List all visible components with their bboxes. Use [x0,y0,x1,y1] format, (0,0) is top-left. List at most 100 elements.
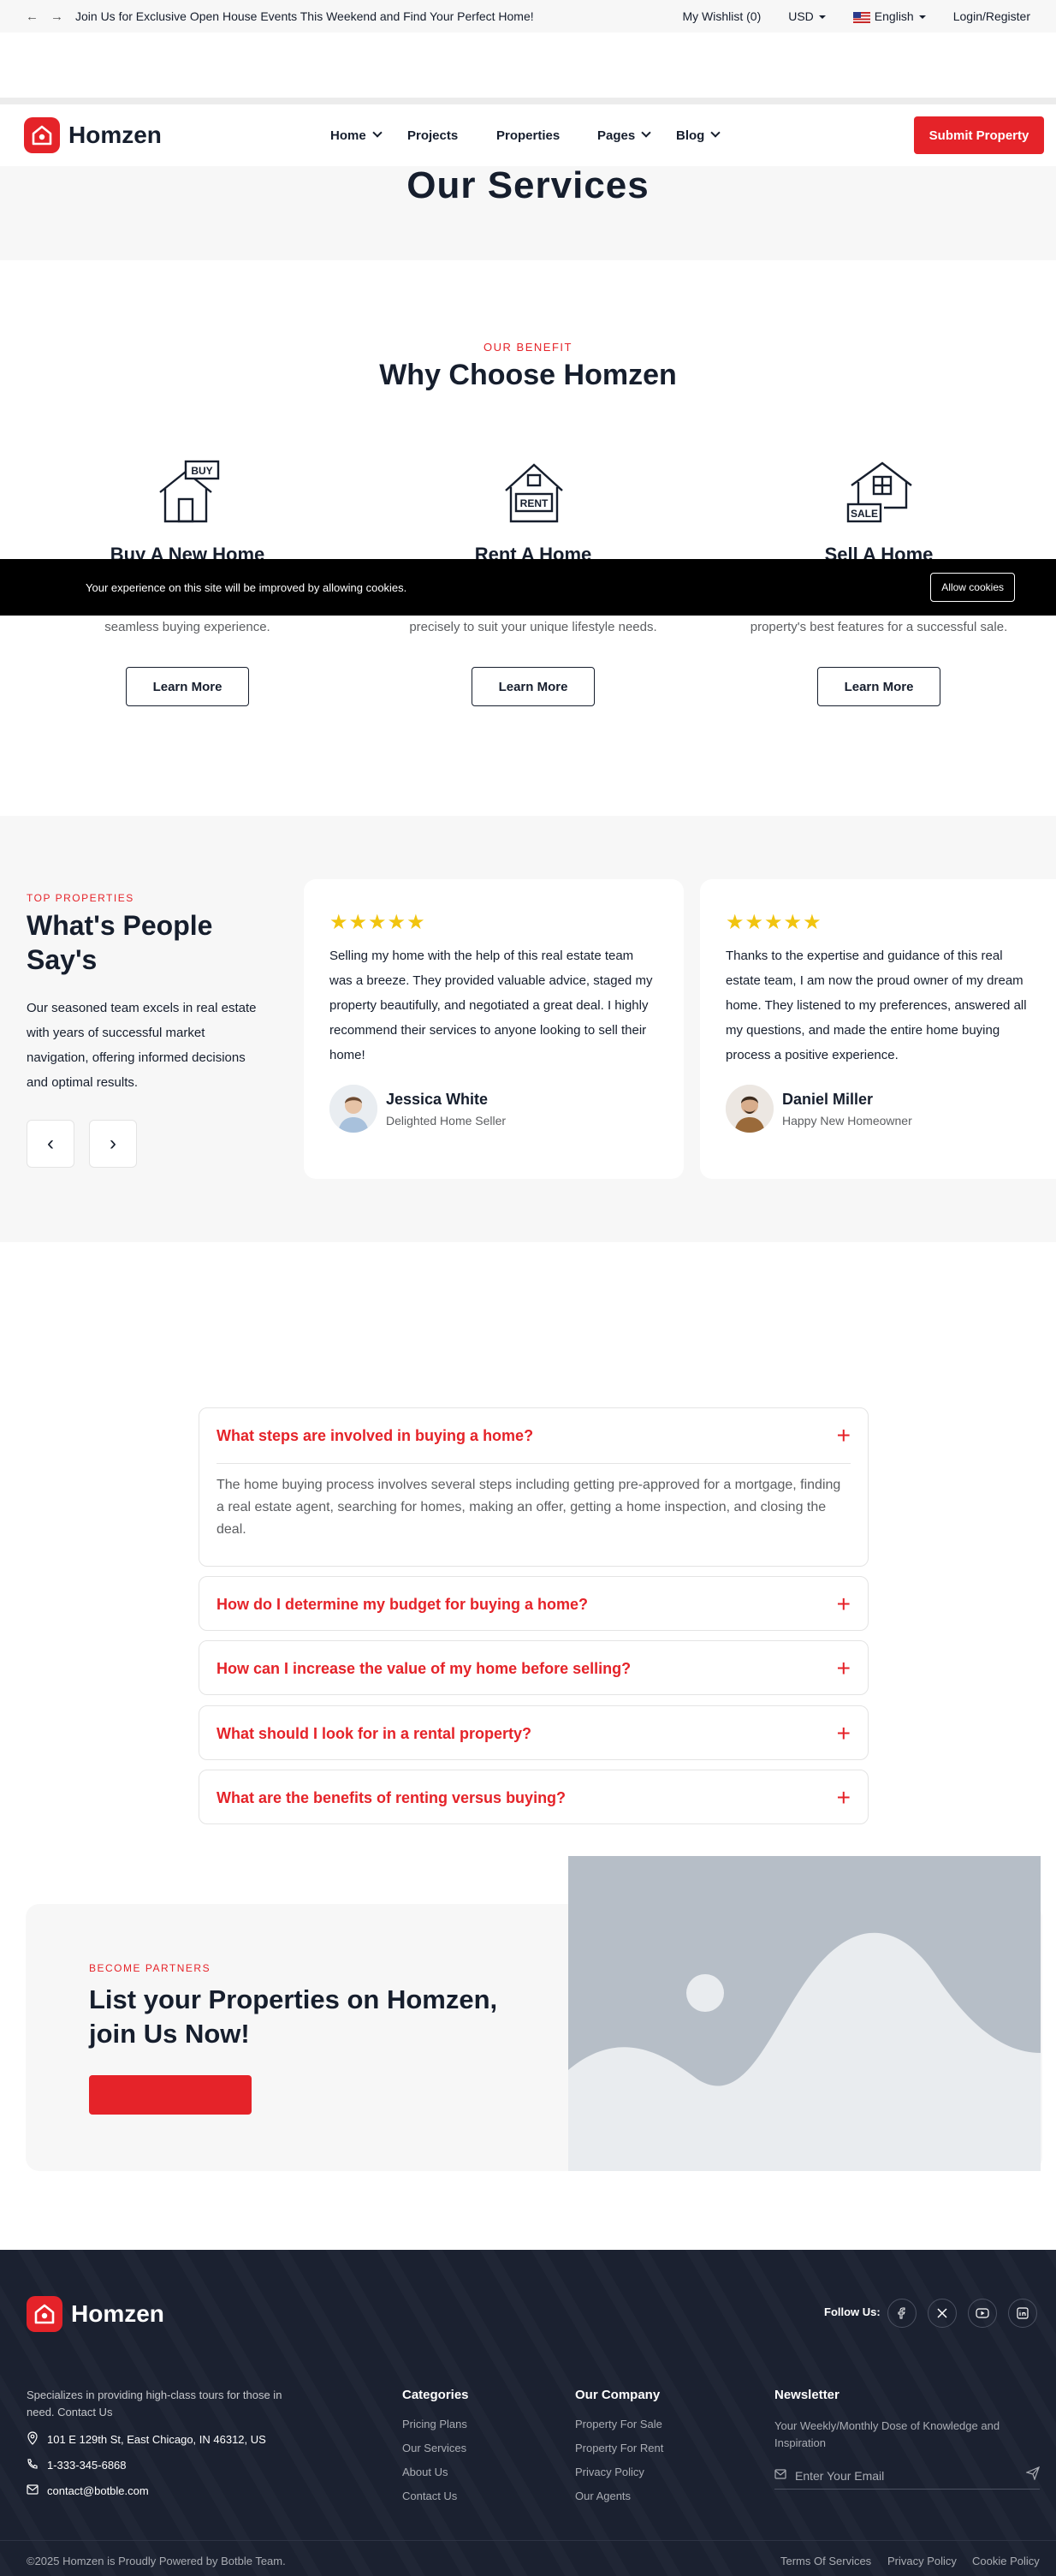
faq-question[interactable]: What are the benefits of renting versus … [217,1770,851,1825]
nav-home[interactable]: Home [330,128,381,143]
facebook-icon[interactable] [887,2299,917,2328]
faq-item[interactable]: What should I look for in a rental prope… [199,1705,869,1760]
logo-house-icon [27,2296,62,2332]
nav-pages[interactable]: Pages [597,128,650,143]
newsletter-title: Newsletter [774,2388,839,2402]
testimonial-quote: Thanks to the expertise and guidance of … [726,949,1027,1062]
rating-stars-icon: ★★★★★ [726,911,822,934]
faq-question-text: What are the benefits of renting versus … [217,1788,567,1806]
linkedin-icon[interactable] [1008,2299,1037,2328]
card-rent-text: precisely to suit your unique lifestyle … [409,620,657,634]
buy-house-icon: BUY [155,460,222,527]
plus-icon[interactable]: + [837,1784,851,1812]
arrow-left-icon[interactable]: ← [26,9,39,24]
terms-link[interactable]: Terms Of Services [780,2555,871,2567]
cookie-policy-link[interactable]: Cookie Policy [972,2555,1040,2567]
language-select[interactable]: English [852,9,926,23]
announcement-text: Join Us for Exclusive Open House Events … [75,9,534,23]
footer-brand-name: Homzen [71,2300,164,2327]
plus-icon[interactable]: + [837,1591,851,1618]
testimonials-text: Our seasoned team excels in real estate … [27,1001,257,1090]
next-slide-button[interactable]: › [89,1120,137,1168]
x-icon[interactable] [928,2299,957,2328]
main-header: Homzen Home Projects Properties Pages Bl… [0,104,1056,166]
footer-link[interactable]: Our Services [402,2442,466,2454]
cta-eyebrow: BECOME PARTNERS [89,1962,211,1974]
faq-question[interactable]: How do I determine my budget for buying … [217,1577,851,1632]
rating-stars-icon: ★★★★★ [329,911,426,934]
footer-link[interactable]: Contact Us [402,2490,457,2502]
mail-icon [27,2484,39,2497]
spacer [0,33,1056,98]
sale-sign-text: SALE [851,508,878,520]
footer-link[interactable]: Property For Rent [575,2442,663,2454]
chevron-right-icon: › [110,1132,116,1155]
arrow-right-icon[interactable]: → [50,9,63,24]
footer-email[interactable]: contact@botble.com [27,2484,149,2497]
faq-question[interactable]: How can I increase the value of my home … [217,1641,851,1696]
avatar [726,1085,774,1133]
testimonial-card: ★★★★★ Thanks to the expertise and guidan… [700,879,1056,1179]
language-label: English [874,9,914,23]
newsletter-text: Your Weekly/Monthly Dose of Knowledge an… [774,2419,1000,2449]
faq-question-text: What steps are involved in buying a home… [217,1426,534,1444]
send-icon[interactable] [1025,2466,1041,2484]
faq-item[interactable]: What are the benefits of renting versus … [199,1770,869,1824]
site-footer: Homzen Follow Us: Specializes in providi… [0,2250,1056,2576]
nav-projects[interactable]: Projects [407,128,458,143]
faq-question-text: How can I increase the value of my home … [217,1659,632,1677]
youtube-icon[interactable] [968,2299,997,2328]
learn-more-rent-button[interactable]: Learn More [472,667,595,706]
cta-image-placeholder [568,1856,1041,2171]
faq-answer: The home buying process involves several… [217,1463,851,1558]
newsletter-form: Enter Your Email [774,2462,1041,2490]
newsletter-email-input[interactable]: Enter Your Email [795,2469,884,2483]
buy-sign-text: BUY [191,465,212,477]
cta-button[interactable] [89,2075,252,2115]
benefit-title: Why Choose Homzen [379,359,677,391]
page-banner: Our Services [0,164,1056,260]
follow-us-label: Follow Us: [824,2305,881,2318]
faq-item[interactable]: How do I determine my budget for buying … [199,1576,869,1631]
chevron-left-icon: ‹ [47,1132,54,1155]
footer-phone[interactable]: 1-333-345-6868 [27,2458,127,2472]
copyright: ©2025 Homzen is Proudly Powered by Botbl… [27,2555,286,2567]
phone-text: 1-333-345-6868 [47,2459,127,2472]
faq-item-open[interactable]: What steps are involved in buying a home… [199,1407,869,1567]
avatar [329,1085,377,1133]
learn-more-buy-button[interactable]: Learn More [126,667,249,706]
footer-divider [0,2540,1056,2541]
learn-more-sell-button[interactable]: Learn More [817,667,940,706]
wishlist-link[interactable]: My Wishlist (0) [682,9,761,23]
currency-select[interactable]: USD [788,9,826,23]
address-text: 101 E 129th St, East Chicago, IN 46312, … [47,2433,266,2446]
footer-link[interactable]: Property For Sale [575,2418,662,2430]
prev-slide-button[interactable]: ‹ [27,1120,74,1168]
faq-question[interactable]: What steps are involved in buying a home… [217,1408,851,1463]
faq-question[interactable]: What should I look for in a rental prope… [217,1706,851,1761]
footer-link[interactable]: Pricing Plans [402,2418,467,2430]
footer-logo[interactable]: Homzen [27,2296,164,2332]
footer-address: 101 E 129th St, East Chicago, IN 46312, … [27,2431,266,2448]
company-title: Our Company [575,2388,661,2402]
footer-link[interactable]: Our Agents [575,2490,631,2502]
faq-question-text: What should I look for in a rental prope… [217,1724,532,1742]
rent-house-icon: RENT [501,460,567,527]
testimonial-quote: Selling my home with the help of this re… [329,949,653,1062]
plus-icon[interactable]: + [837,1422,851,1449]
faq-question-text: How do I determine my budget for buying … [217,1595,589,1613]
plus-icon[interactable]: + [837,1720,851,1747]
brand-name: Homzen [68,122,162,148]
nav-properties[interactable]: Properties [496,128,560,143]
nav-blog[interactable]: Blog [676,128,719,143]
submit-property-button[interactable]: Submit Property [914,116,1044,154]
logo[interactable]: Homzen [24,117,162,153]
faq-item[interactable]: How can I increase the value of my home … [199,1640,869,1695]
allow-cookies-button[interactable]: Allow cookies [930,573,1015,602]
card-buy-text: seamless buying experience. [104,620,270,634]
privacy-link[interactable]: Privacy Policy [887,2555,957,2567]
login-register-link[interactable]: Login/Register [953,9,1030,23]
footer-link[interactable]: Privacy Policy [575,2466,644,2478]
plus-icon[interactable]: + [837,1655,851,1682]
footer-link[interactable]: About Us [402,2466,448,2478]
